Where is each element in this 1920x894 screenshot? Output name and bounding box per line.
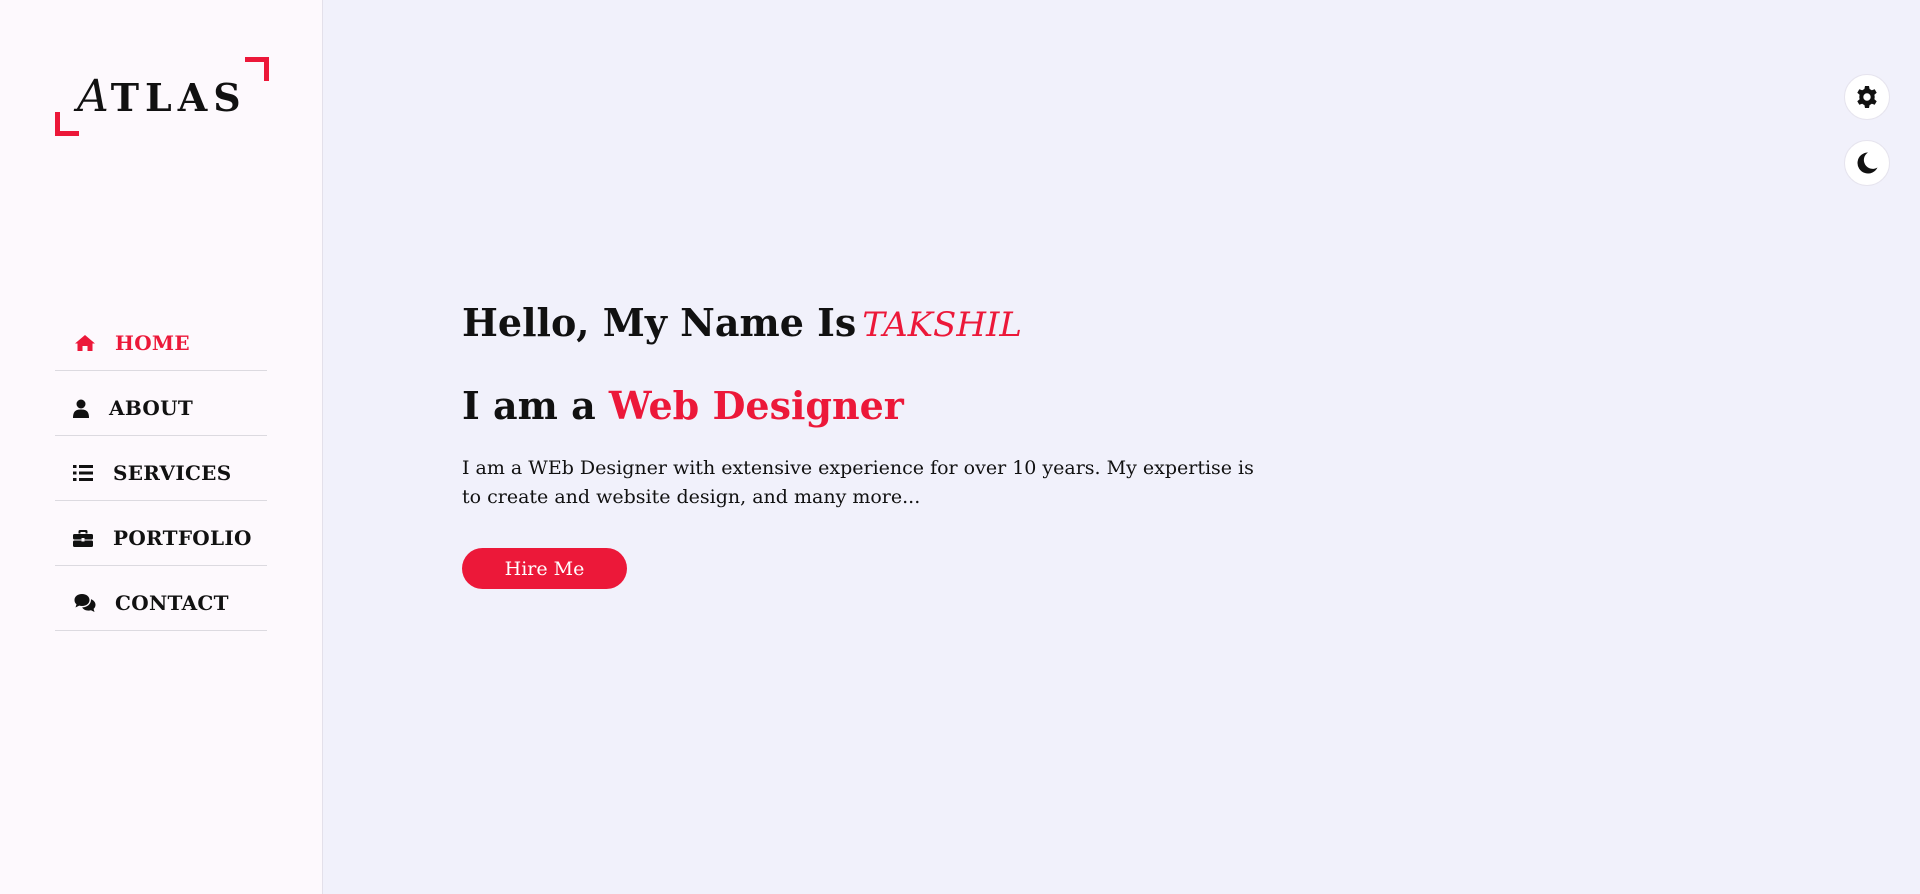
nav-item-label: PORTFOLIO bbox=[113, 526, 252, 550]
nav-item-portfolio[interactable]: PORTFOLIO bbox=[55, 501, 267, 566]
settings-button[interactable] bbox=[1844, 74, 1890, 120]
nav-item-services[interactable]: SERVICES bbox=[55, 436, 267, 501]
briefcase-icon bbox=[71, 528, 95, 548]
role-highlight: Web Designer bbox=[608, 383, 904, 428]
theme-toggle-button[interactable] bbox=[1844, 140, 1890, 186]
logo-corner-top-right bbox=[245, 57, 269, 81]
home-icon bbox=[73, 333, 97, 353]
nav-item-label: CONTACT bbox=[115, 591, 229, 615]
role-prefix: I am a bbox=[462, 383, 596, 428]
hire-me-button[interactable]: Hire Me bbox=[462, 548, 627, 589]
sidebar: ATLAS HOME ABOUT SERVICES PORTFOLIO CONT… bbox=[0, 0, 323, 894]
gear-icon bbox=[1855, 85, 1879, 109]
logo-first-letter: A bbox=[77, 71, 111, 122]
logo-rest: TLAS bbox=[110, 75, 247, 120]
hello-heading: Hello, My Name Is TAKSHIL bbox=[462, 300, 1282, 345]
logo[interactable]: ATLAS bbox=[55, 57, 269, 136]
hero-name: TAKSHIL bbox=[862, 305, 1023, 345]
nav-item-label: SERVICES bbox=[113, 461, 232, 485]
user-icon bbox=[69, 398, 93, 418]
hero-description: I am a WEb Designer with extensive exper… bbox=[462, 457, 1254, 508]
moon-icon bbox=[1855, 151, 1879, 175]
nav-item-contact[interactable]: CONTACT bbox=[55, 566, 267, 631]
hello-prefix: Hello, My Name Is bbox=[462, 300, 857, 345]
comments-icon bbox=[73, 593, 97, 613]
nav-item-label: HOME bbox=[115, 331, 190, 355]
logo-text: ATLAS bbox=[77, 71, 247, 122]
nav-item-home[interactable]: HOME bbox=[55, 306, 267, 371]
main-nav: HOME ABOUT SERVICES PORTFOLIO CONTACT bbox=[55, 306, 267, 631]
nav-item-label: ABOUT bbox=[109, 396, 194, 420]
list-icon bbox=[71, 463, 95, 483]
nav-item-about[interactable]: ABOUT bbox=[55, 371, 267, 436]
hero-section: Hello, My Name Is TAKSHIL I am a Web Desi… bbox=[462, 300, 1282, 589]
logo-corner-bottom-left bbox=[55, 112, 79, 136]
role-heading: I am a Web Designer bbox=[462, 383, 1282, 428]
